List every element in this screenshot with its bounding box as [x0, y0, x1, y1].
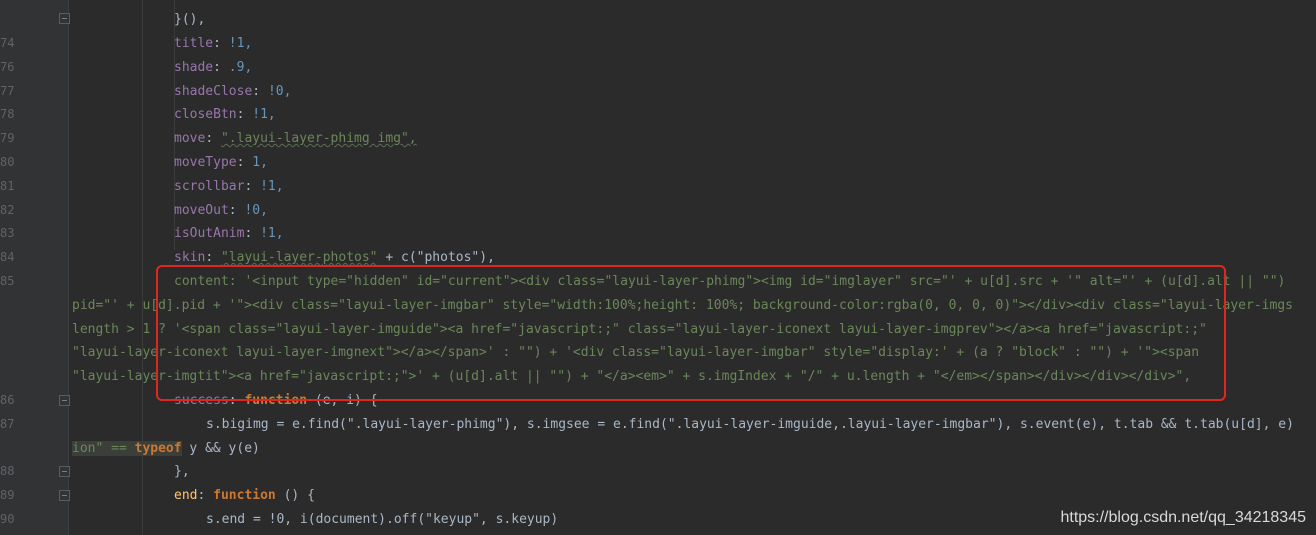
- code-line: moveType: 1,: [174, 155, 268, 170]
- line-number: 74: [0, 36, 15, 50]
- line-number: 88: [0, 464, 15, 478]
- line-number: 86: [0, 393, 15, 407]
- code-line: scrollbar: !1,: [174, 179, 284, 194]
- line-number: 87: [0, 417, 15, 431]
- fold-marker-icon[interactable]: [59, 13, 70, 24]
- code-line: }(),: [174, 12, 206, 27]
- code-line: end: function () {: [174, 488, 315, 503]
- code-editor[interactable]: 74 76 77 78 79 80 81 82 83 84 85 86 87 8…: [0, 0, 1316, 535]
- highlight-annotation-box: [156, 265, 1226, 401]
- code-line: moveOut: !0,: [174, 203, 268, 218]
- code-line: ion" == typeof y && y(e): [72, 441, 260, 456]
- line-number: 76: [0, 60, 15, 74]
- line-number: 77: [0, 84, 15, 98]
- line-number: 83: [0, 226, 15, 240]
- watermark: https://blog.csdn.net/qq_34218345: [1060, 509, 1306, 526]
- code-line: },: [174, 464, 190, 479]
- fold-marker-icon[interactable]: [59, 490, 70, 501]
- code-line: title: !1,: [174, 36, 253, 51]
- line-number: 85: [0, 274, 15, 288]
- code-line: shade: .9,: [174, 60, 253, 75]
- line-number: 78: [0, 107, 15, 121]
- line-number: 84: [0, 250, 15, 264]
- line-gutter: 74 76 77 78 79 80 81 82 83 84 85 86 87 8…: [0, 0, 70, 535]
- line-number: 79: [0, 131, 15, 145]
- line-number: 80: [0, 155, 15, 169]
- fold-marker-icon[interactable]: [59, 466, 70, 477]
- code-line: s.end = !0, i(document).off("keyup", s.k…: [206, 512, 559, 527]
- fold-marker-icon[interactable]: [59, 395, 70, 406]
- line-number: 89: [0, 488, 15, 502]
- line-number: 81: [0, 179, 15, 193]
- code-line: closeBtn: !1,: [174, 107, 276, 122]
- code-line: isOutAnim: !1,: [174, 226, 284, 241]
- code-line: move: ".layui-layer-phimg img",: [174, 131, 417, 146]
- code-line: shadeClose: !0,: [174, 84, 292, 99]
- line-number: 90: [0, 512, 15, 526]
- code-line: s.bigimg = e.find(".layui-layer-phimg"),…: [206, 417, 1294, 432]
- line-number: 82: [0, 203, 15, 217]
